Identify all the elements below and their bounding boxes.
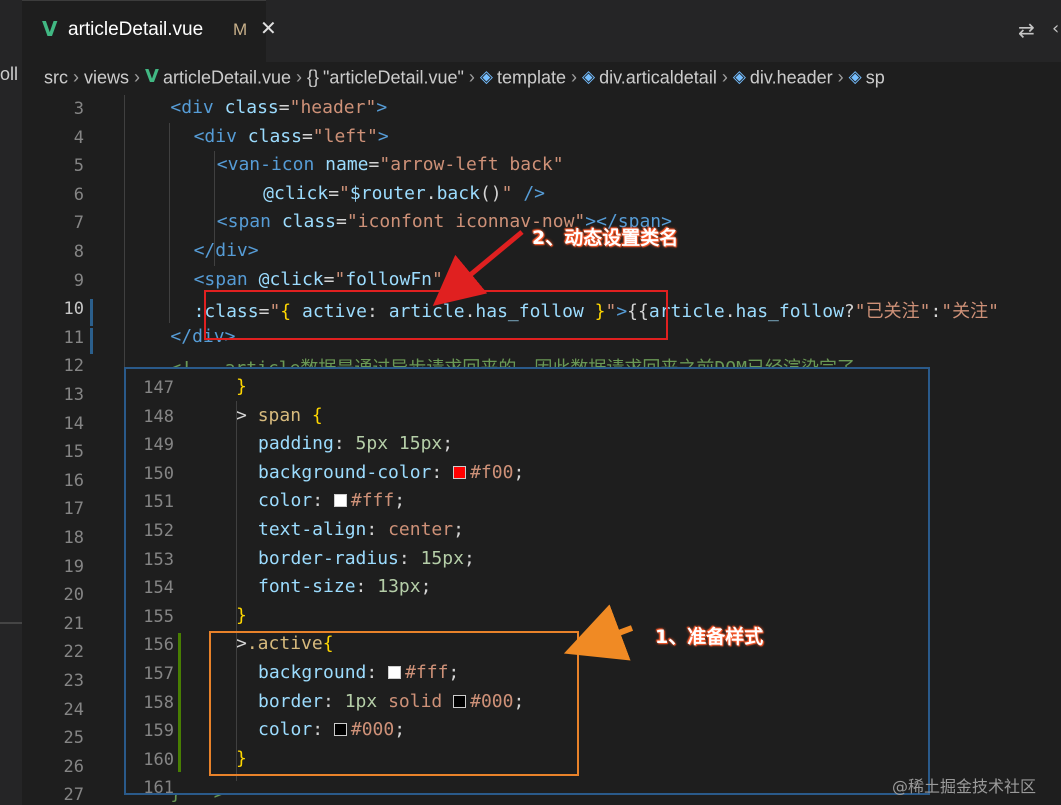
arrow-to-active-style — [563, 604, 634, 661]
watermark: @稀土掘金技术社区 — [892, 777, 1037, 796]
annotation-arrows — [432, 230, 634, 661]
annotation-step-1: 1、准备样式 — [655, 626, 764, 648]
arrow-to-class-binding — [432, 230, 524, 306]
annotation-step-2: 2、动态设置类名 — [532, 227, 679, 249]
